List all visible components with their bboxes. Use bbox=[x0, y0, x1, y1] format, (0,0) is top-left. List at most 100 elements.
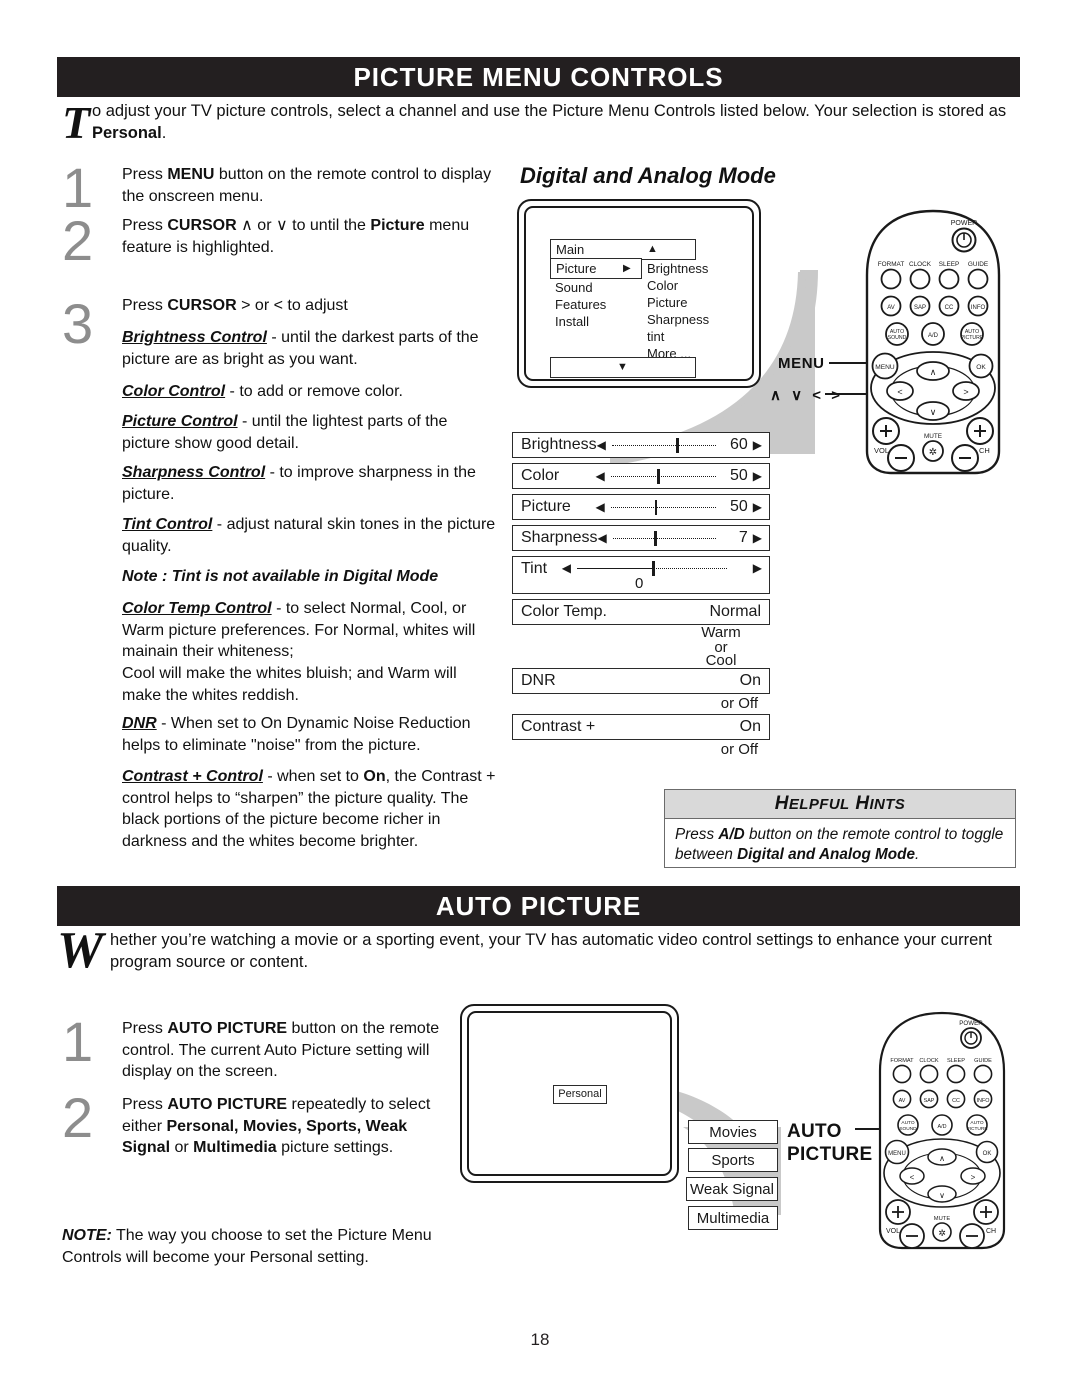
slider-label-tint: Tint bbox=[521, 560, 548, 577]
callout-auto-picture-label: AUTO PICTURE bbox=[787, 1120, 872, 1166]
slider-increase-icon-tint[interactable]: ▶ bbox=[748, 557, 769, 574]
color-temp-control-desc2: Cool will make the whites bluish; and Wa… bbox=[122, 665, 457, 704]
slider-label-sharpness: Sharpness bbox=[521, 529, 598, 546]
step-2-mid: ∧ or ∨ to until the bbox=[236, 217, 371, 234]
svg-text:CC: CC bbox=[952, 1098, 960, 1104]
osd-sub-color[interactable]: Color bbox=[647, 277, 678, 294]
slider-increase-icon-brightness[interactable]: ▶ bbox=[748, 439, 769, 451]
slider-line-picture bbox=[610, 507, 716, 508]
hints-body-pre: Press bbox=[675, 826, 719, 843]
step-3-text: Press CURSOR > or < to adjust bbox=[122, 295, 502, 317]
slider-decrease-icon-tint[interactable]: ◀ bbox=[562, 557, 571, 574]
svg-text:CLOCK: CLOCK bbox=[909, 261, 932, 268]
value-row-contrast-plus[interactable]: Contrast + On bbox=[512, 714, 770, 740]
auto-picture-option-movies[interactable]: Movies bbox=[688, 1120, 778, 1144]
value-current-contrast-plus: On bbox=[739, 718, 761, 735]
svg-text:AUTO: AUTO bbox=[901, 1120, 915, 1126]
auto-picture-option-weak-signal[interactable]: Weak Signal bbox=[686, 1177, 778, 1201]
osd-sub-brightness[interactable]: Brightness bbox=[647, 260, 708, 277]
slider-decrease-icon-brightness[interactable]: ◀ bbox=[597, 439, 606, 451]
svg-text:A/D: A/D bbox=[938, 1124, 947, 1130]
osd-item-features[interactable]: Features bbox=[555, 296, 606, 313]
step-2-text: Press CURSOR ∧ or ∨ to until the Picture… bbox=[122, 215, 502, 258]
page-number: 18 bbox=[530, 1330, 550, 1349]
intro-text-part2: . bbox=[161, 124, 167, 142]
section-title-picture-menu-controls: PICTURE MENU CONTROLS bbox=[57, 57, 1020, 97]
slider-line-solid-tint bbox=[577, 568, 653, 569]
osd-row-bottom[interactable]: ▼ bbox=[550, 357, 696, 378]
svg-text:PICTURE: PICTURE bbox=[961, 335, 984, 341]
slider-row-brightness[interactable]: Brightness ◀ 60 ▶ bbox=[512, 432, 770, 458]
slider-track-sharpness[interactable] bbox=[612, 531, 717, 546]
svg-text:OK: OK bbox=[976, 364, 986, 371]
hints-body-post: . bbox=[915, 846, 920, 863]
osd-item-install[interactable]: Install bbox=[555, 313, 589, 330]
slider-increase-icon-color[interactable]: ▶ bbox=[748, 470, 769, 482]
svg-text:>: > bbox=[963, 387, 968, 397]
svg-text:CH: CH bbox=[979, 446, 990, 455]
svg-text:SOUND: SOUND bbox=[888, 335, 907, 341]
remote-control-top[interactable]: POWER FORMAT CLOCK SLEEP GUIDE AV SAP CC… bbox=[845, 203, 1025, 478]
slider-track-brightness[interactable] bbox=[611, 438, 716, 453]
auto-picture-option-multimedia[interactable]: Multimedia bbox=[688, 1206, 778, 1230]
slider-thumb-tint[interactable] bbox=[652, 561, 655, 576]
osd-sub-tint[interactable]: tint bbox=[647, 328, 664, 345]
slider-decrease-icon-picture[interactable]: ◀ bbox=[596, 501, 605, 513]
slider-track-picture[interactable] bbox=[610, 500, 716, 515]
slider-decrease-icon-sharpness[interactable]: ◀ bbox=[598, 532, 607, 544]
osd-sub-picture[interactable]: Picture bbox=[647, 294, 687, 311]
section-title-auto-picture: AUTO PICTURE bbox=[57, 886, 1020, 926]
value-row-color-temp[interactable]: Color Temp. Normal bbox=[512, 599, 770, 625]
svg-text:✲: ✲ bbox=[938, 1229, 946, 1239]
slider-track-color[interactable] bbox=[610, 469, 716, 484]
value-current-color-temp: Normal bbox=[709, 603, 761, 620]
value-row-dnr[interactable]: DNR On bbox=[512, 668, 770, 694]
sharpness-control-desc: Sharpness Control - to improve sharpness… bbox=[122, 462, 500, 505]
slider-track-tint[interactable] bbox=[577, 561, 728, 576]
step-3-pre: Press bbox=[122, 297, 168, 314]
auto-step-number-1: 1 bbox=[62, 1010, 94, 1073]
slider-value-tint: 0 bbox=[635, 575, 644, 592]
slider-row-picture[interactable]: Picture ◀ 50 ▶ bbox=[512, 494, 770, 520]
step-1-text: Press MENU button on the remote control … bbox=[122, 164, 492, 207]
contrast-plus-pre: - when set to bbox=[262, 768, 364, 785]
slider-decrease-icon-color[interactable]: ◀ bbox=[596, 470, 605, 482]
slider-row-color[interactable]: Color ◀ 50 ▶ bbox=[512, 463, 770, 489]
svg-text:PICTURE: PICTURE bbox=[966, 1126, 987, 1132]
slider-thumb-picture[interactable] bbox=[654, 500, 658, 515]
osd-row-picture[interactable]: Picture ▶ bbox=[550, 258, 642, 279]
slider-increase-icon-sharpness[interactable]: ▶ bbox=[748, 532, 769, 544]
auto-picture-option-sports[interactable]: Sports bbox=[688, 1148, 778, 1172]
picture-menu-intro-paragraph: o adjust your TV picture controls, selec… bbox=[92, 100, 1022, 144]
osd-picture-label: Picture bbox=[556, 261, 597, 276]
svg-text:VOL: VOL bbox=[886, 1228, 900, 1235]
svg-text:MENU: MENU bbox=[875, 364, 895, 371]
osd-item-sound[interactable]: Sound bbox=[555, 279, 593, 296]
svg-text:AV: AV bbox=[899, 1098, 906, 1104]
osd-sub-sharpness[interactable]: Sharpness bbox=[647, 311, 709, 328]
auto-step-2-or: or bbox=[170, 1139, 194, 1156]
slider-thumb-sharpness[interactable] bbox=[654, 531, 657, 546]
slider-label-brightness: Brightness bbox=[521, 436, 597, 453]
step-1-pre: Press bbox=[122, 166, 168, 183]
svg-text:SLEEP: SLEEP bbox=[939, 261, 960, 268]
step-3-bold: CURSOR bbox=[167, 297, 237, 314]
tv-screen-auto-picture: Personal bbox=[460, 1004, 679, 1183]
svg-text:GUIDE: GUIDE bbox=[974, 1058, 992, 1064]
slider-thumb-brightness[interactable] bbox=[676, 438, 679, 453]
auto-step-1-bold: AUTO PICTURE bbox=[167, 1020, 288, 1037]
hints-title-ints: INTS bbox=[869, 795, 906, 813]
remote-control-bottom[interactable]: POWER FORMAT CLOCK SLEEP GUIDE AV SAP CC… bbox=[860, 1005, 1028, 1250]
svg-text:MENU: MENU bbox=[888, 1151, 906, 1157]
slider-value-picture: 50 bbox=[729, 498, 748, 515]
step-number-2: 2 bbox=[62, 209, 94, 272]
slider-thumb-color[interactable] bbox=[656, 469, 660, 484]
osd-row-main[interactable]: Main ▲ bbox=[550, 239, 696, 260]
svg-text:A/D: A/D bbox=[928, 333, 939, 339]
dnr-term: DNR bbox=[122, 715, 157, 732]
auto-step-2-pre: Press bbox=[122, 1096, 168, 1113]
digital-analog-mode-heading: Digital and Analog Mode bbox=[520, 163, 776, 188]
svg-text:CC: CC bbox=[945, 305, 954, 311]
slider-increase-icon-picture[interactable]: ▶ bbox=[748, 501, 769, 513]
slider-row-sharpness[interactable]: Sharpness ◀ 7 ▶ bbox=[512, 525, 770, 551]
